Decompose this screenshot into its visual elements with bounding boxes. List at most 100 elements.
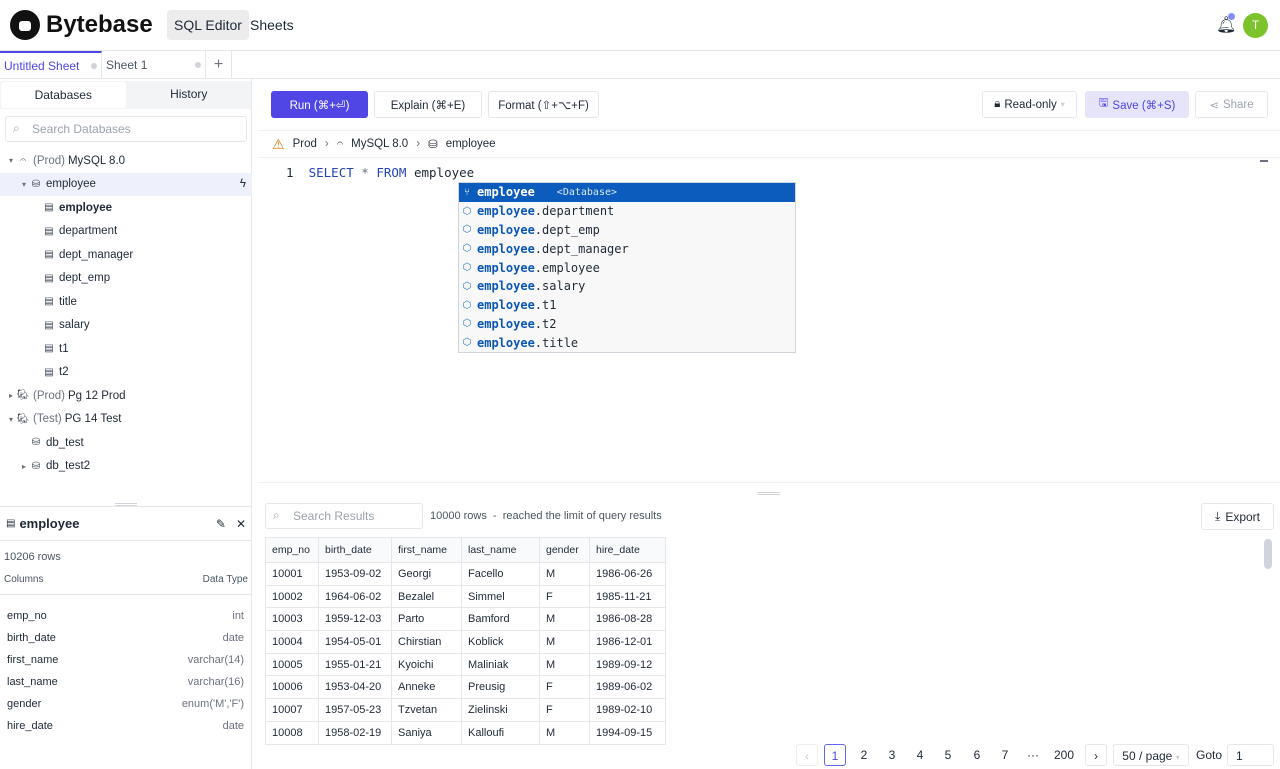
caret-icon[interactable]: ▾ <box>6 156 16 165</box>
table-cell[interactable]: 10004 <box>265 630 319 654</box>
page-2[interactable]: 2 <box>853 744 875 766</box>
table-row[interactable]: 10008 1958-02-19 Saniya Kalloufi M 1994-09-15 <box>265 720 666 745</box>
export-button[interactable]: ⤓ Export <box>1201 503 1274 530</box>
autocomplete-item[interactable]: ⬡ employee.dept_manager <box>459 239 795 258</box>
tree-item[interactable]: ▤ salary <box>0 314 252 338</box>
avatar[interactable]: T <box>1243 13 1268 38</box>
save-button[interactable]: 🖫 Save (⌘+S) <box>1085 91 1189 118</box>
tree-item[interactable]: ▤ t2 <box>0 361 252 385</box>
tree-item[interactable]: ▾ ⛁ employee ϟ <box>0 172 252 196</box>
table-cell[interactable]: 1964-06-02 <box>318 584 392 609</box>
tree-item[interactable]: ▤ employee <box>0 196 252 220</box>
tab-untitled-sheet[interactable]: Untitled Sheet <box>0 51 102 79</box>
autocomplete-item[interactable]: ⬡ employee.t1 <box>459 296 795 315</box>
tree-item[interactable]: ▤ dept_emp <box>0 267 252 291</box>
table-cell[interactable]: Bamford <box>461 607 540 632</box>
page-5[interactable]: 5 <box>937 744 959 766</box>
table-cell[interactable]: 1986-12-01 <box>589 630 666 654</box>
search-results-input[interactable]: Search Results <box>265 503 423 529</box>
table-cell[interactable]: Bezalel <box>391 584 462 609</box>
read-only-select[interactable]: 🔒︎ Read-only ▾ <box>982 91 1077 118</box>
autocomplete-item[interactable]: ⬡ employee.t2 <box>459 315 795 334</box>
table-row[interactable]: 10004 1954-05-01 Chirstian Koblick M 1986-12-… <box>265 630 666 654</box>
next-page-button[interactable]: › <box>1085 744 1107 766</box>
nav-sheets[interactable]: Sheets <box>243 10 301 40</box>
tab-sheet-1[interactable]: Sheet 1 <box>102 51 206 79</box>
page-size-select[interactable]: 50 / page ▾ <box>1113 744 1189 766</box>
page-3[interactable]: 3 <box>881 744 903 766</box>
autocomplete-item[interactable]: ⬡ employee.salary <box>459 277 795 296</box>
table-cell[interactable]: Maliniak <box>461 652 540 677</box>
column-header[interactable]: hire_date <box>589 537 666 563</box>
breadcrumb-env[interactable]: Prod <box>293 138 317 150</box>
table-cell[interactable]: F <box>539 698 590 722</box>
caret-icon[interactable]: ▾ <box>19 180 29 189</box>
column-header[interactable]: gender <box>539 537 590 563</box>
table-cell[interactable]: Kyoichi <box>391 652 462 677</box>
table-cell[interactable]: 10003 <box>265 607 319 632</box>
tree-item[interactable]: ⛁ db_test <box>0 431 252 455</box>
table-cell[interactable]: Koblick <box>461 630 540 654</box>
close-icon[interactable]: ✕ <box>236 517 246 531</box>
table-cell[interactable]: M <box>539 652 590 677</box>
table-cell[interactable]: 1989-09-12 <box>589 652 666 677</box>
page-7[interactable]: 7 <box>994 744 1016 766</box>
tree-item[interactable]: ▤ t1 <box>0 337 252 361</box>
table-cell[interactable]: 1958-02-19 <box>318 720 392 745</box>
table-row[interactable]: 10007 1957-05-23 Tzvetan Zielinski F 1989-02-… <box>265 698 666 722</box>
tab-history[interactable]: History <box>127 81 252 109</box>
table-cell[interactable]: Parto <box>391 607 462 632</box>
autocomplete-item[interactable]: ⑂ employee <Database> <box>459 183 795 202</box>
prev-page-button[interactable]: ‹ <box>796 744 818 766</box>
table-row[interactable]: 10006 1953-04-20 Anneke Preusig F 1989-06-02 <box>265 675 666 700</box>
tree-item[interactable]: ▤ department <box>0 220 252 244</box>
autocomplete-item[interactable]: ⬡ employee.department <box>459 202 795 221</box>
table-cell[interactable]: Anneke <box>391 675 462 700</box>
tree-item[interactable]: ▤ title <box>0 290 252 314</box>
table-cell[interactable]: 10001 <box>265 562 319 586</box>
table-cell[interactable]: 1986-08-28 <box>589 607 666 632</box>
add-tab-button[interactable]: + <box>206 51 232 79</box>
lightning-icon[interactable]: ϟ <box>240 178 246 190</box>
table-cell[interactable]: 1989-02-10 <box>589 698 666 722</box>
table-row[interactable]: 10003 1959-12-03 Parto Bamford M 1986-08-28 <box>265 607 666 632</box>
table-cell[interactable]: 1994-09-15 <box>589 720 666 745</box>
autocomplete-item[interactable]: ⬡ employee.title <box>459 333 795 352</box>
editor-results-splitter[interactable] <box>258 482 1280 496</box>
table-cell[interactable]: Facello <box>461 562 540 586</box>
table-cell[interactable]: M <box>539 720 590 745</box>
page-200[interactable]: 200 <box>1048 744 1080 766</box>
table-cell[interactable]: Simmel <box>461 584 540 609</box>
page-···[interactable]: ··· <box>1022 744 1044 766</box>
table-row[interactable]: 10002 1964-06-02 Bezalel Simmel F 1985-11-21 <box>265 584 666 609</box>
table-cell[interactable]: 10006 <box>265 675 319 700</box>
edit-icon[interactable]: ✎ <box>216 517 226 531</box>
autocomplete-item[interactable]: ⬡ employee.employee <box>459 258 795 277</box>
table-cell[interactable]: 1986-06-26 <box>589 562 666 586</box>
results-scrollbar[interactable] <box>1264 539 1272 569</box>
nav-sql-editor[interactable]: SQL Editor <box>167 10 249 40</box>
page-1[interactable]: 1 <box>824 744 846 766</box>
run-button[interactable]: Run (⌘+⏎) <box>271 91 368 118</box>
table-cell[interactable]: M <box>539 607 590 632</box>
table-cell[interactable]: F <box>539 584 590 609</box>
tree-item[interactable]: ▸ 🐘︎ (Prod) Pg 12 Prod <box>0 384 252 408</box>
table-cell[interactable]: 1953-04-20 <box>318 675 392 700</box>
column-header[interactable]: last_name <box>461 537 540 563</box>
caret-icon[interactable]: ▸ <box>6 391 16 400</box>
page-6[interactable]: 6 <box>966 744 988 766</box>
table-cell[interactable]: Preusig <box>461 675 540 700</box>
table-cell[interactable]: 1953-09-02 <box>318 562 392 586</box>
tree-item[interactable]: ▸ ⛁ db_test2 <box>0 455 252 479</box>
table-cell[interactable]: 1954-05-01 <box>318 630 392 654</box>
table-cell[interactable]: Zielinski <box>461 698 540 722</box>
table-cell[interactable]: M <box>539 562 590 586</box>
tree-item[interactable]: ▾ 🐘︎ (Test) PG 14 Test <box>0 408 252 432</box>
table-cell[interactable]: 1959-12-03 <box>318 607 392 632</box>
format-button[interactable]: Format (⇧+⌥+F) <box>488 91 599 118</box>
breadcrumb-instance[interactable]: MySQL 8.0 <box>351 138 408 150</box>
table-row[interactable]: 10005 1955-01-21 Kyoichi Maliniak M 1989-09-1… <box>265 652 666 677</box>
table-cell[interactable]: M <box>539 630 590 654</box>
sql-editor[interactable]: 1 SELECT * FROM employee <box>286 165 474 180</box>
share-button[interactable]: ⋖ Share <box>1195 91 1268 118</box>
